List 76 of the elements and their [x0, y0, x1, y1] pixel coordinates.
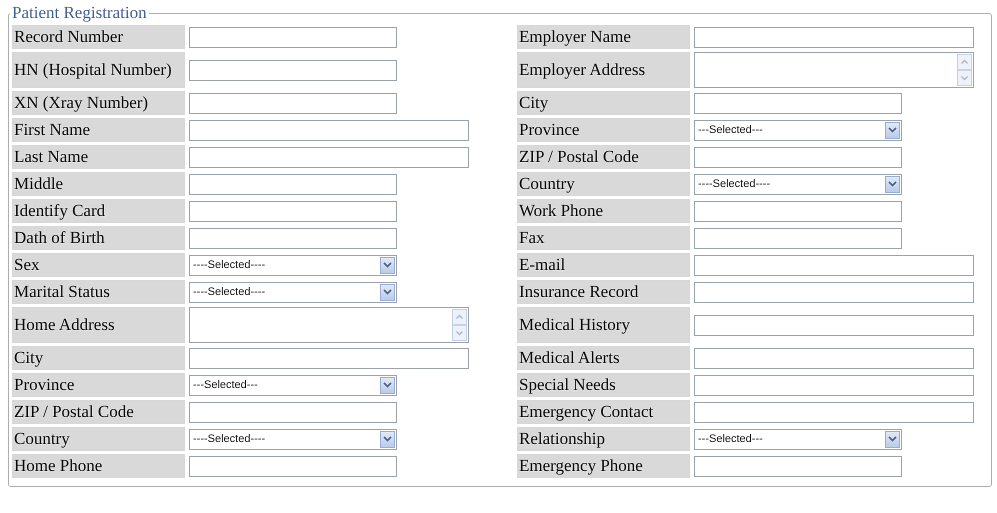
field-label: Medical Alerts	[517, 346, 690, 370]
input-field[interactable]	[189, 60, 397, 80]
field-label: Emergency Contact	[517, 400, 690, 424]
input-field[interactable]	[694, 26, 974, 48]
dropdown-field[interactable]: ---Selected---	[694, 120, 902, 140]
input-field[interactable]	[189, 456, 397, 476]
caret-icon	[383, 262, 392, 268]
scroll-up-icon[interactable]	[957, 54, 972, 70]
caret-icon	[383, 289, 392, 295]
caret-icon	[888, 436, 897, 442]
field-label: Dath of Birth	[12, 226, 185, 250]
field-label: Work Phone	[517, 199, 690, 223]
field-label: Employer Address	[517, 52, 690, 88]
input-field[interactable]	[694, 374, 974, 396]
caret-icon	[888, 181, 897, 187]
scroll-down-icon[interactable]	[957, 70, 972, 86]
field-label: Middle	[12, 172, 185, 196]
input-field[interactable]	[189, 120, 469, 140]
field-label: Country	[517, 172, 690, 196]
field-label: XN (Xray Number)	[12, 91, 185, 115]
input-field[interactable]	[694, 402, 974, 422]
field-label: Province	[517, 118, 690, 142]
input-field[interactable]	[189, 348, 469, 368]
dropdown-field[interactable]: ----Selected----	[694, 174, 902, 194]
field-label: Employer Name	[517, 25, 690, 49]
input-field[interactable]	[189, 92, 397, 114]
input-field[interactable]	[694, 348, 974, 368]
input-field[interactable]	[189, 402, 397, 422]
input-field[interactable]	[694, 228, 902, 248]
input-field[interactable]	[694, 314, 974, 336]
input-field[interactable]	[694, 456, 902, 476]
field-label: Identify Card	[12, 199, 185, 223]
input-field[interactable]	[189, 228, 397, 248]
input-field[interactable]	[189, 26, 397, 48]
field-label: Last Name	[12, 145, 185, 169]
input-field[interactable]	[694, 200, 902, 222]
field-label: Home Address	[12, 307, 185, 343]
caret-icon	[888, 127, 897, 133]
field-label: Medical History	[517, 307, 690, 343]
input-field[interactable]	[189, 146, 469, 168]
field-label: ZIP / Postal Code	[12, 400, 185, 424]
field-label: Province	[12, 373, 185, 397]
field-label: Special Needs	[517, 373, 690, 397]
field-label: Sex	[12, 253, 185, 277]
field-label: HN (Hospital Number)	[12, 52, 185, 88]
field-label: Record Number	[12, 25, 185, 49]
field-label: Country	[12, 427, 185, 451]
input-field[interactable]	[694, 282, 974, 302]
panel-title: Patient Registration	[11, 4, 148, 22]
text-area[interactable]	[694, 52, 974, 88]
dropdown-field[interactable]: ----Selected----	[189, 282, 397, 302]
field-label: City	[517, 91, 690, 115]
scroll-up-icon[interactable]	[452, 309, 467, 325]
field-label: First Name	[12, 118, 185, 142]
dropdown-field[interactable]: ---Selected---	[189, 374, 397, 396]
field-label: Emergency Phone	[517, 454, 690, 478]
field-label: Insurance Record	[517, 280, 690, 304]
input-field[interactable]	[694, 92, 902, 114]
input-field[interactable]	[694, 146, 902, 168]
caret-icon	[383, 436, 392, 442]
input-field[interactable]	[189, 200, 397, 222]
field-label: City	[12, 346, 185, 370]
input-field[interactable]	[694, 254, 974, 276]
text-area[interactable]	[189, 307, 469, 343]
field-label: Relationship	[517, 427, 690, 451]
dropdown-field[interactable]: ---Selected---	[694, 428, 902, 450]
scroll-down-icon[interactable]	[452, 325, 467, 341]
input-field[interactable]	[189, 174, 397, 194]
field-label: Marital Status	[12, 280, 185, 304]
field-label: Fax	[517, 226, 690, 250]
dropdown-field[interactable]: ----Selected----	[189, 428, 397, 450]
caret-icon	[383, 382, 392, 388]
field-label: ZIP / Postal Code	[517, 145, 690, 169]
field-label: E-mail	[517, 253, 690, 277]
dropdown-field[interactable]: ----Selected----	[189, 254, 397, 276]
field-label: Home Phone	[12, 454, 185, 478]
